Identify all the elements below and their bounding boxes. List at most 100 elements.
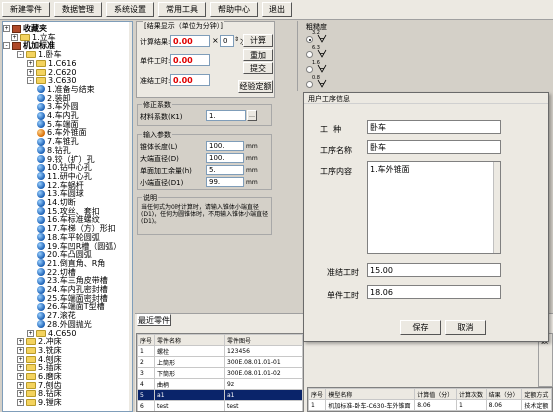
table-cell: 3 xyxy=(137,367,156,379)
column-header[interactable]: 序号 xyxy=(308,388,327,400)
param-input[interactable]: 100. xyxy=(206,141,244,151)
table-cell: 曲柄 xyxy=(154,378,225,390)
table-row[interactable]: 4 曲柄 9z xyxy=(137,378,303,390)
table-cell: 技术定额 xyxy=(521,399,552,411)
submit-button[interactable]: 提交 xyxy=(243,62,273,74)
folder-icon xyxy=(26,399,36,407)
table-cell: 下筒形 xyxy=(154,367,225,379)
param-unit: mm xyxy=(246,143,258,150)
cancel-button[interactable]: 取消 xyxy=(445,320,486,335)
roughness-radio[interactable] xyxy=(306,66,313,73)
param-label: 单面加工余量(h) xyxy=(140,167,192,175)
table-row[interactable]: 3 下筒形 300E.08.01.01-02 xyxy=(137,367,303,379)
collapse-icon[interactable]: - xyxy=(17,51,24,59)
param-label: 小端直径(D1) xyxy=(140,179,184,187)
process-content-scrollbar[interactable] xyxy=(493,162,500,253)
work-type-input[interactable]: 卧车 xyxy=(367,120,501,134)
roughness-radio[interactable] xyxy=(306,36,313,43)
prep-time-dialog-input[interactable]: 15.00 xyxy=(367,263,501,277)
param-input[interactable]: 5. xyxy=(206,165,244,175)
new-part-button[interactable]: 新建零件 xyxy=(2,2,50,17)
table-cell: 9z xyxy=(224,378,303,390)
tree-scrollbar[interactable] xyxy=(129,22,132,411)
param-input[interactable]: 100. xyxy=(206,153,244,163)
dialog-title: 用户工序信息 xyxy=(308,95,350,103)
process-name-input[interactable]: 卧车 xyxy=(367,140,501,154)
table-row[interactable]: 2 上筒形 300E.08.01.01-01 xyxy=(137,356,303,368)
material-coef-input[interactable]: 1. xyxy=(206,110,246,121)
roughness-panel: 粗糙度 3.2 6.3 1.6 0.8 xyxy=(297,21,553,91)
times-input[interactable]: 0 xyxy=(220,35,234,47)
unit-time-dialog-input[interactable]: 18.06 xyxy=(367,285,501,299)
roughness-radio[interactable] xyxy=(306,51,313,58)
help-center-button[interactable]: 帮助中心 xyxy=(210,2,258,17)
calc-panel-header: [结果显示（单位为分钟）] xyxy=(143,21,224,31)
param-label: 大端直径(D) xyxy=(140,155,179,163)
roughness-value: 3.2 xyxy=(312,30,320,36)
table-row[interactable]: 6 test test xyxy=(137,400,303,411)
table-row[interactable]: 5 a1 a1 xyxy=(137,389,303,401)
notes-title: 说明 xyxy=(142,193,158,203)
table-cell: 6 xyxy=(137,400,156,411)
table-cell: 8.06 xyxy=(414,399,458,411)
table-cell: 1 xyxy=(456,399,487,411)
table-cell: 8.06 xyxy=(485,399,523,411)
expand-icon[interactable]: + xyxy=(3,25,10,32)
collapse-icon[interactable]: - xyxy=(3,42,10,50)
prep-time-value: 0.00 xyxy=(170,74,210,86)
param-input[interactable]: 99. xyxy=(206,177,244,187)
expand-icon[interactable]: + xyxy=(17,399,24,407)
notes-text: 当任何式为0时计算时，请输入锥体小端直径(D1)，任何为圆锥体时，不用输入锥体小… xyxy=(141,204,269,225)
column-header[interactable]: 序号 xyxy=(137,334,156,346)
param-unit: mm xyxy=(246,167,258,174)
exit-button[interactable]: 退出 xyxy=(262,2,292,17)
recent-parts-table: 序号 零件名称 零件图号 1 螺栓 123456 2 上筒形 300E.08.01.01-01… xyxy=(137,334,303,411)
save-button[interactable]: 保存 xyxy=(400,320,441,335)
column-header[interactable]: 计算值（分） xyxy=(414,388,458,400)
unit-time-value: 0.00 xyxy=(170,54,210,66)
recent-parts-table-wrap: 序号 零件名称 零件图号 1 螺栓 123456 2 上筒形 300E.08.01.01-01… xyxy=(136,333,304,412)
roughness-value: 0.8 xyxy=(312,75,320,81)
collapse-icon[interactable]: - xyxy=(27,77,34,85)
system-settings-button[interactable]: 系统设置 xyxy=(106,2,154,17)
column-header[interactable]: 零件名称 xyxy=(154,334,225,346)
roughness-radio[interactable] xyxy=(306,81,313,88)
column-header[interactable]: 结果（分） xyxy=(485,388,523,400)
table-row[interactable]: 1 机加标准-卧车-C630-车外锥面 8.06 1 8.06 技术定额 xyxy=(308,399,552,411)
tree-node[interactable]: +9.镗床 xyxy=(17,397,62,408)
calculate-button[interactable]: 计算 xyxy=(243,34,273,47)
column-header[interactable]: 模型名称 xyxy=(325,388,416,400)
material-coef-picker-button[interactable]: … xyxy=(247,110,257,121)
prep-time-label: 准结工时: xyxy=(140,77,171,85)
table-cell: 4 xyxy=(137,378,156,390)
process-content-textarea[interactable]: 1.车外锥面 xyxy=(367,161,501,254)
recent-parts-tab[interactable]: 最近零件 xyxy=(137,314,171,326)
mult-sign: × xyxy=(212,36,219,45)
dialog-title-bar[interactable]: 用户工序信息 xyxy=(304,93,548,104)
table-cell: test xyxy=(224,400,303,411)
tree-node-label: 9.镗床 xyxy=(38,398,62,408)
common-tools-button[interactable]: 常用工具 xyxy=(158,2,206,17)
table-cell: 123456 xyxy=(224,345,303,357)
process-content-label: 工序内容 xyxy=(320,167,352,176)
column-header[interactable]: 零件图号 xyxy=(224,334,303,346)
param-unit: mm xyxy=(246,179,258,186)
param-unit: mm xyxy=(246,155,258,162)
result-label: 计算结果: xyxy=(140,38,171,46)
result-value: 0.00 xyxy=(170,35,210,47)
empirical-quota-button[interactable]: 经验定额 xyxy=(238,80,273,93)
param-label: 锥体长度(L) xyxy=(140,143,178,151)
roughness-value: 6.3 xyxy=(312,45,320,51)
input-params-title: 输入参数 xyxy=(142,130,172,140)
column-header[interactable]: 计算次数 xyxy=(456,388,487,400)
times-spinner[interactable]: ⇕ xyxy=(234,36,239,43)
table-row[interactable]: 1 螺栓 123456 xyxy=(137,345,303,357)
table-cell: 300E.08.01.01-02 xyxy=(224,367,303,379)
table-cell: 上筒形 xyxy=(154,356,225,368)
data-management-button[interactable]: 数据管理 xyxy=(54,2,102,17)
category-tree[interactable]: + 收藏夹 +1.立车 - 机加标准 -1.卧车 +1.C616 +2.C620-3.C630… xyxy=(2,21,133,412)
column-header[interactable]: 定额方式 xyxy=(521,388,552,400)
re-add-button[interactable]: 重加 xyxy=(243,49,273,61)
table-cell: test xyxy=(154,400,225,411)
correction-coef-title: 修正系数 xyxy=(142,100,172,110)
